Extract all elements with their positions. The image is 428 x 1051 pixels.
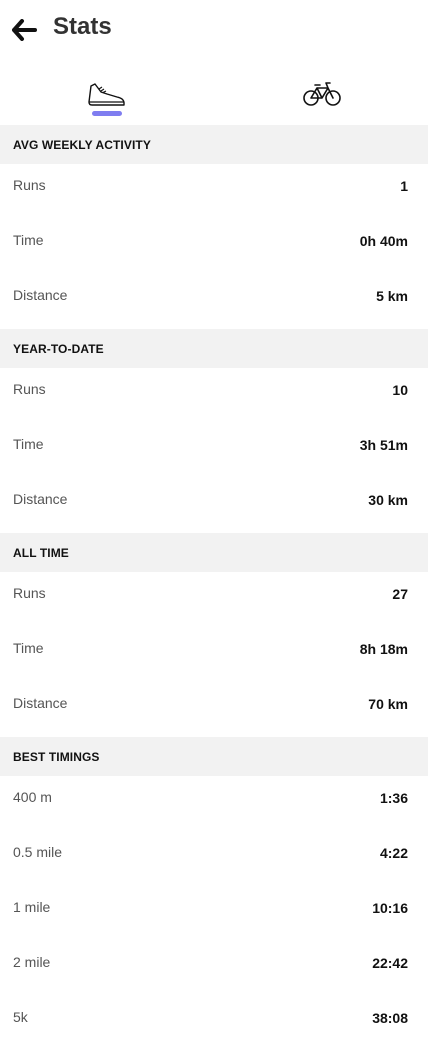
stat-label: 1 mile [13, 899, 51, 915]
stat-label: Distance [13, 695, 68, 711]
stat-row: 5k 38:08 [0, 996, 428, 1051]
stat-row: Time 3h 51m [0, 423, 428, 478]
tab-cycling[interactable] [292, 78, 352, 122]
stat-row: Distance 30 km [0, 478, 428, 533]
stat-label: Time [13, 640, 44, 656]
section-header: AVG WEEKLY ACTIVITY [0, 125, 428, 164]
stat-label: Time [13, 232, 44, 248]
stat-label: 0.5 mile [13, 844, 63, 860]
stat-row: Time 8h 18m [0, 627, 428, 682]
activity-tabs [0, 60, 428, 125]
selected-tab-indicator [92, 111, 122, 116]
stat-value: 3h 51m [359, 437, 408, 453]
bicycle-icon [303, 82, 341, 106]
top-bar: Stats [0, 0, 428, 60]
stat-row: Runs 27 [0, 572, 428, 627]
stat-value: 8h 18m [359, 641, 408, 657]
stat-value: 5 km [376, 288, 408, 304]
stat-row: Time 0h 40m [0, 219, 428, 274]
stat-label: Distance [13, 287, 68, 303]
stat-label: Runs [13, 585, 46, 601]
stat-label: Runs [13, 381, 46, 397]
stat-value: 30 km [368, 492, 408, 508]
stat-label: Runs [13, 177, 46, 193]
stat-value: 38:08 [372, 1010, 408, 1026]
stat-value: 70 km [368, 696, 408, 712]
stat-label: Distance [13, 491, 68, 507]
stat-row: 0.5 mile 4:22 [0, 831, 428, 886]
page-title: Stats [53, 13, 112, 40]
stat-row: Runs 1 [0, 164, 428, 219]
stat-value: 10 [392, 382, 408, 398]
stat-label: Time [13, 436, 44, 452]
arrow-left-icon [12, 19, 37, 41]
stat-label: 2 mile [13, 954, 51, 970]
stat-value: 1:36 [379, 790, 408, 806]
stat-row: 1 mile 10:16 [0, 886, 428, 941]
stats-list: AVG WEEKLY ACTIVITY Runs 1 Time 0h 40m Distan… [0, 125, 428, 1051]
section-header: YEAR-TO-DATE [0, 329, 428, 368]
section-header: ALL TIME [0, 533, 428, 572]
stat-value: 10:16 [372, 900, 408, 916]
stat-row: Distance 5 km [0, 274, 428, 329]
stat-row: Distance 70 km [0, 682, 428, 737]
stat-value: 4:22 [379, 845, 408, 861]
stat-row: 2 mile 22:42 [0, 941, 428, 996]
stat-row: 400 m 1:36 [0, 776, 428, 831]
stat-label: 400 m [13, 789, 52, 805]
stat-value: 27 [392, 586, 408, 602]
stat-row: Runs 10 [0, 368, 428, 423]
stat-value: 0h 40m [359, 233, 408, 249]
stat-value: 22:42 [372, 955, 408, 971]
stat-label: 5k [13, 1009, 28, 1025]
running-shoe-icon [88, 83, 125, 106]
section-header: BEST TIMINGS [0, 737, 428, 776]
stat-value: 1 [400, 178, 408, 194]
back-button[interactable] [8, 14, 40, 46]
